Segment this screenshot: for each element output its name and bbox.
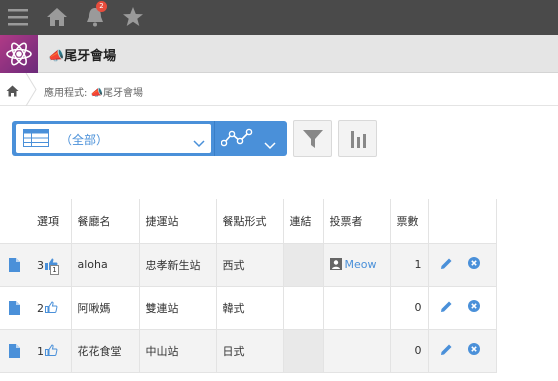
delete-icon[interactable] — [468, 343, 480, 358]
meal-style-cell: 西式 — [216, 243, 284, 287]
header-option[interactable]: 選項 — [31, 199, 72, 244]
chevron-down-icon[interactable] — [193, 133, 205, 152]
breadcrumb-app-link[interactable]: 應用程式: 📣尾牙會場 — [44, 84, 143, 99]
meal-style-cell: 韓式 — [216, 286, 284, 330]
header-meal-style[interactable]: 餐點形式 — [216, 199, 284, 244]
voter-cell — [323, 286, 391, 330]
menu-icon[interactable] — [6, 5, 30, 29]
home-icon[interactable] — [45, 5, 69, 29]
link-cell — [283, 329, 324, 373]
table-row: 2 阿啾媽 雙連站 韓式 0 — [0, 286, 497, 330]
view-selected-label: （全部） — [60, 133, 109, 147]
filter-button[interactable] — [293, 120, 332, 157]
option-cell: 2 — [31, 286, 72, 330]
graph-icon — [220, 128, 253, 152]
edit-pencil-icon[interactable] — [440, 257, 453, 273]
filter-icon — [302, 129, 323, 148]
votes-cell: 1 — [390, 243, 429, 287]
station-cell: 忠孝新生站 — [139, 243, 217, 287]
breadcrumb-home-icon[interactable] — [6, 82, 19, 101]
header-detail-col — [0, 199, 31, 244]
document-icon — [9, 343, 20, 358]
link-cell — [283, 286, 324, 330]
header-restaurant-name[interactable]: 餐廳名 — [71, 199, 140, 244]
record-detail-cell[interactable] — [0, 243, 31, 287]
option-number: 1 — [37, 345, 44, 358]
header-actions — [428, 199, 497, 244]
record-detail-cell[interactable] — [0, 286, 31, 330]
actions-cell — [428, 329, 497, 373]
user-avatar-icon — [329, 258, 342, 270]
edit-pencil-icon[interactable] — [440, 300, 453, 316]
restaurant-name-cell: 花花食堂 — [71, 329, 140, 373]
breadcrumb-separator — [25, 72, 37, 107]
voter-cell — [323, 329, 391, 373]
bar-chart-icon — [350, 130, 366, 148]
like-button[interactable] — [44, 300, 58, 314]
votes-cell: 0 — [390, 286, 429, 330]
voter-name-link[interactable]: Meow — [345, 258, 377, 271]
delete-icon[interactable] — [468, 300, 480, 315]
star-icon[interactable] — [121, 5, 145, 29]
like-count-badge: 1 — [50, 265, 59, 275]
notification-badge: 2 — [96, 1, 107, 12]
station-cell: 雙連站 — [139, 286, 217, 330]
meal-style-cell: 日式 — [216, 329, 284, 373]
option-cell: 31 — [31, 243, 72, 287]
actions-cell — [428, 286, 497, 330]
document-icon — [9, 257, 20, 272]
link-cell — [283, 243, 324, 287]
app-title: 📣尾牙會場 — [48, 49, 117, 64]
table-header-row: 選項 餐廳名 捷運站 餐點形式 連結 投票者 票數 — [0, 199, 497, 244]
voter-cell: Meow — [323, 243, 391, 287]
option-cell: 1 — [31, 329, 72, 373]
table-view-icon — [23, 129, 49, 151]
document-icon — [9, 300, 20, 315]
header-votes[interactable]: 票數 — [390, 199, 429, 244]
thumbs-up-outline-icon — [45, 301, 58, 313]
option-number: 2 — [37, 302, 44, 315]
votes-cell: 0 — [390, 329, 429, 373]
header-voter[interactable]: 投票者 — [323, 199, 391, 244]
like-button[interactable]: 1 — [44, 257, 59, 275]
edit-pencil-icon[interactable] — [440, 343, 453, 359]
station-cell: 中山站 — [139, 329, 217, 373]
record-detail-cell[interactable] — [0, 329, 31, 373]
graph-chevron-down-icon[interactable] — [264, 135, 276, 154]
header-mrt-station[interactable]: 捷運站 — [139, 199, 217, 244]
like-button[interactable] — [44, 343, 58, 357]
records-table: 選項 餐廳名 捷運站 餐點形式 連結 投票者 票數 31 aloha 忠孝新生站… — [0, 199, 497, 373]
header-link[interactable]: 連結 — [283, 199, 324, 244]
app-logo-icon[interactable] — [0, 35, 38, 73]
table-row: 1 花花食堂 中山站 日式 0 — [0, 329, 497, 373]
thumbs-up-outline-icon — [45, 344, 58, 356]
delete-icon[interactable] — [468, 257, 480, 272]
actions-cell — [428, 243, 497, 287]
chart-button[interactable] — [338, 120, 377, 157]
restaurant-name-cell: aloha — [71, 243, 140, 287]
option-number: 3 — [37, 259, 44, 272]
table-row: 31 aloha 忠孝新生站 西式 Meow 1 — [0, 243, 497, 287]
restaurant-name-cell: 阿啾媽 — [71, 286, 140, 330]
